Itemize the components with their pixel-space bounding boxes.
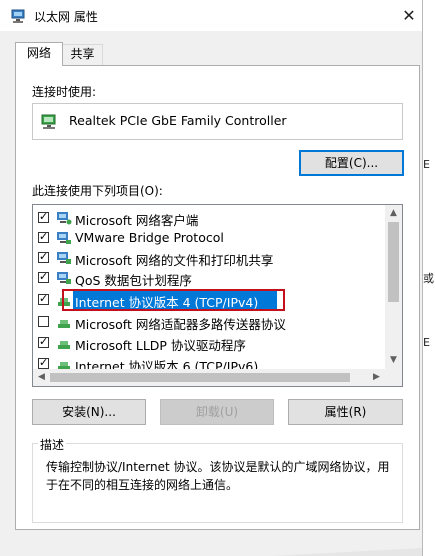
ethernet-icon <box>11 9 25 23</box>
list-item[interactable]: ✓ Microsoft 网络的文件和打印机共享 <box>33 248 385 268</box>
description-legend: 描述 <box>38 436 67 453</box>
description-text: 传输控制协议/Internet 协议。该协议是默认的广域网络协议，用于在不同的相… <box>46 460 390 492</box>
item-label: Microsoft 网络的文件和打印机共享 <box>75 253 274 268</box>
properties-dialog: 以太网 属性 ✕ 网络 共享 连接时使用: Realtek PCIe GbE F… <box>0 0 423 556</box>
vertical-scroll-thumb[interactable] <box>388 222 399 302</box>
list-item[interactable]: Microsoft 网络适配器多路传送器协议 <box>33 312 385 332</box>
scroll-up-icon[interactable]: ▲ <box>385 205 402 222</box>
background-window: E 或 E <box>422 0 435 556</box>
title-bar[interactable]: 以太网 属性 ✕ <box>0 0 422 31</box>
background-text-fragment: E <box>423 336 430 349</box>
network-service-icon <box>57 252 71 264</box>
check-icon: ✓ <box>39 335 49 348</box>
highlight-box <box>62 289 285 311</box>
check-icon: ✓ <box>39 270 49 283</box>
properties-button[interactable]: 属性(R) <box>288 399 403 425</box>
resize-grip-icon <box>272 548 422 556</box>
check-icon: ✓ <box>39 210 49 223</box>
check-icon: ✓ <box>39 356 49 369</box>
network-protocol-icon <box>57 232 71 244</box>
check-icon: ✓ <box>39 250 49 263</box>
background-text-fragment: 或 <box>423 272 434 285</box>
item-checkbox[interactable]: ✓ <box>38 210 49 223</box>
configure-button[interactable]: 配置(C)... <box>299 150 404 176</box>
scroll-right-icon[interactable]: ▶ <box>368 369 385 386</box>
uninstall-button[interactable]: 卸载(U) <box>160 399 274 425</box>
list-item[interactable]: ✓ QoS 数据包计划程序 <box>33 268 385 288</box>
check-icon: ✓ <box>39 292 49 305</box>
background-text-fragment: E <box>423 158 430 171</box>
item-label: Microsoft 网络客户端 <box>75 213 199 228</box>
network-client-icon <box>57 212 72 225</box>
item-checkbox[interactable] <box>38 316 49 327</box>
items-label: 此连接使用下列项目(O): <box>32 184 163 198</box>
scroll-down-icon[interactable]: ▼ <box>385 352 402 369</box>
item-checkbox[interactable]: ✓ <box>38 292 49 305</box>
adapter-box: Realtek PCIe GbE Family Controller <box>32 103 403 140</box>
tab-sharing[interactable]: 共享 <box>63 44 103 65</box>
adapter-name: Realtek PCIe GbE Family Controller <box>69 113 287 128</box>
item-checkbox[interactable]: ✓ <box>38 230 49 243</box>
protocol-icon <box>58 320 70 328</box>
list-item[interactable]: ✓ Microsoft 网络客户端 <box>33 208 385 228</box>
window-title: 以太网 属性 <box>34 10 98 24</box>
list-item[interactable]: ✓ Microsoft LLDP 协议驱动程序 <box>33 333 385 353</box>
item-label: QoS 数据包计划程序 <box>75 273 192 288</box>
scroll-left-icon[interactable]: ◀ <box>33 369 50 386</box>
check-icon: ✓ <box>39 230 49 243</box>
item-checkbox[interactable]: ✓ <box>38 270 49 283</box>
protocol-icon <box>58 341 70 349</box>
tab-network[interactable]: 网络 <box>15 42 63 66</box>
item-label: VMware Bridge Protocol <box>75 230 224 245</box>
item-label: Microsoft LLDP 协议驱动程序 <box>75 338 246 353</box>
components-list[interactable]: ✓ Microsoft 网络客户端 ✓ VMware Bridge Protoc… <box>32 204 403 387</box>
list-item[interactable]: ✓ VMware Bridge Protocol <box>33 228 385 248</box>
install-button[interactable]: 安装(N)... <box>32 399 146 425</box>
network-service-icon <box>57 272 71 284</box>
horizontal-scrollbar[interactable]: ◀ ▶ <box>33 369 385 386</box>
network-adapter-icon <box>41 114 56 129</box>
horizontal-scroll-thumb[interactable] <box>50 373 350 382</box>
close-icon: ✕ <box>402 6 416 25</box>
scrollbar-corner <box>385 369 402 386</box>
connect-using-label: 连接时使用: <box>32 85 97 99</box>
item-checkbox[interactable]: ✓ <box>38 356 49 369</box>
item-checkbox[interactable]: ✓ <box>38 335 49 348</box>
close-button[interactable]: ✕ <box>396 3 422 29</box>
item-checkbox[interactable]: ✓ <box>38 250 49 263</box>
item-label: Microsoft 网络适配器多路传送器协议 <box>75 317 286 332</box>
list-item-selected[interactable]: ✓ Internet 协议版本 4 (TCP/IPv4) <box>33 289 385 311</box>
vertical-scrollbar[interactable]: ▲ ▼ <box>385 205 402 369</box>
